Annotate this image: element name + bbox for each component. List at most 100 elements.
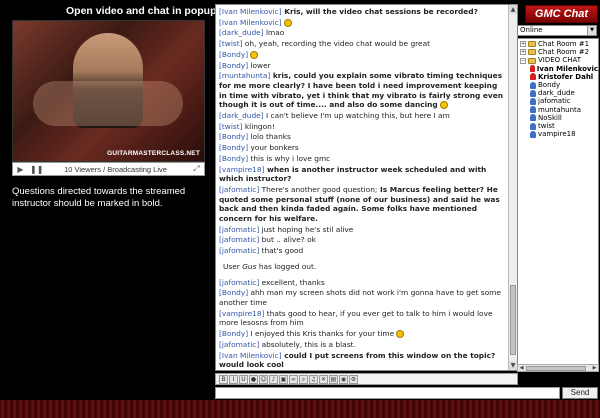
color-icon[interactable]: ● — [249, 374, 258, 384]
folder-icon — [528, 49, 536, 56]
message-username[interactable]: [jafomatic] — [219, 246, 259, 255]
scroll-left-icon[interactable]: ◀ — [518, 365, 525, 371]
user-icon — [530, 122, 536, 130]
user-icon — [530, 81, 536, 89]
status-select[interactable]: Online ▼ — [517, 25, 597, 36]
room-name: VIDEO CHAT — [538, 56, 582, 65]
message-username[interactable]: [Bondy] — [219, 50, 248, 59]
instructor-hands — [33, 81, 183, 126]
message-username[interactable]: [Bondy] — [219, 288, 248, 297]
user-item[interactable]: dark_dude — [520, 89, 598, 97]
message-input[interactable] — [215, 387, 560, 399]
user-name: twist — [538, 122, 555, 131]
send-button[interactable]: Send — [562, 387, 598, 399]
message-username[interactable]: [dark_dude] — [219, 111, 264, 120]
sound-icon[interactable]: ♫ — [309, 374, 318, 384]
chat-message: [Bondy] lolo thanks — [219, 132, 506, 142]
message-username[interactable]: [jafomatic] — [219, 340, 259, 349]
user-tree[interactable]: + Chat Room #1 + Chat Room #2 − VIDEO CHAT Iva… — [517, 38, 599, 371]
chat-message: [jafomatic] excellent, thanks — [219, 278, 506, 288]
music-icon[interactable]: ♪ — [269, 374, 278, 384]
tree-horizontal-scrollbar[interactable]: ◀ ▶ — [517, 364, 599, 372]
chat-message: [twist] klingon! — [219, 122, 506, 132]
user-item[interactable]: Bondy — [520, 81, 598, 89]
message-username[interactable]: [vampire18] — [219, 165, 264, 174]
user-item[interactable]: muntahunta — [520, 106, 598, 114]
smiley-icon[interactable]: ☺ — [259, 374, 268, 384]
clear-icon[interactable]: ✕ — [319, 374, 328, 384]
message-text: that's good — [259, 246, 304, 256]
message-text: lower — [248, 60, 271, 70]
chat-message: [Bondy] I enjoyed this Kris thanks for y… — [219, 329, 506, 339]
user-item[interactable]: Kristofer Dahl — [520, 73, 598, 81]
image-icon[interactable]: ▣ — [279, 374, 288, 384]
smiley-icon — [283, 18, 292, 27]
chat-scrollbar[interactable]: ▲ ▼ — [508, 5, 517, 370]
message-username[interactable]: [jafomatic] — [219, 225, 259, 234]
expand-icon[interactable]: + — [520, 49, 526, 56]
underline-icon[interactable]: U — [239, 374, 248, 384]
system-logout-message: User Gus has logged out. — [223, 262, 506, 272]
user-icon — [530, 98, 536, 106]
chat-message: [vampire18] when is another instructor w… — [219, 165, 506, 184]
message-username[interactable]: [vampire18] — [219, 309, 264, 318]
chat-message: [Bondy] your bonkers — [219, 143, 506, 153]
user-item[interactable]: jafomatic — [520, 97, 598, 105]
message-username[interactable]: [twist] — [219, 39, 243, 48]
user-item[interactable]: twist — [520, 122, 598, 130]
room-item[interactable]: + Chat Room #2 — [520, 48, 598, 56]
scroll-down-icon[interactable]: ▼ — [509, 361, 517, 370]
scroll-right-icon[interactable]: ▶ — [591, 365, 598, 371]
scroll-up-icon[interactable]: ▲ — [509, 5, 517, 14]
user-item[interactable]: NoSkill — [520, 114, 598, 122]
bold-icon[interactable]: B — [219, 374, 228, 384]
message-username[interactable]: [Bondy] — [219, 143, 248, 152]
room-item[interactable]: − VIDEO CHAT — [520, 56, 598, 64]
message-username[interactable]: [Bondy] — [219, 329, 248, 338]
video-stream[interactable]: GUITARMASTERCLASS.NET — [12, 20, 205, 162]
link-icon[interactable]: ∞ — [289, 374, 298, 384]
expand-icon[interactable]: + — [520, 41, 526, 48]
pause-icon[interactable]: ❚❚ — [30, 165, 43, 174]
chat-log[interactable]: [Ivan Milenkovic] Kris, will the video c… — [216, 5, 509, 370]
user-name: muntahunta — [538, 105, 582, 114]
message-username[interactable]: [Bondy] — [219, 154, 248, 163]
message-username[interactable]: [dark_dude] — [219, 28, 264, 37]
message-username[interactable]: [Ivan Milenkovic] — [219, 18, 282, 27]
chat-message: [Bondy] ahh man my screen shots did not … — [219, 288, 506, 307]
message-username[interactable]: [Ivan Milenkovic] — [219, 7, 282, 16]
tree-scroll-thumb[interactable] — [526, 366, 586, 371]
message-username[interactable]: [jafomatic] — [219, 278, 259, 287]
user-icon — [530, 89, 536, 97]
message-username[interactable]: [muntahunta] — [219, 71, 270, 80]
chat-panel[interactable]: [Ivan Milenkovic] Kris, will the video c… — [215, 4, 518, 371]
circle-icon[interactable]: ◉ — [339, 374, 348, 384]
message-username[interactable]: [Bondy] — [219, 61, 248, 70]
italic-icon[interactable]: I — [229, 374, 238, 384]
chevron-down-icon[interactable]: ▼ — [587, 26, 596, 35]
viewer-status: 10 Viewers / Broadcasting Live — [64, 164, 167, 174]
video-popup-link[interactable]: Open video and chat in popup — [66, 5, 217, 17]
user-item[interactable]: vampire18 — [520, 130, 598, 138]
chat-message: [jafomatic] that's good — [219, 246, 506, 256]
save-icon[interactable]: ▤ — [329, 374, 338, 384]
message-username[interactable]: [Bondy] — [219, 132, 248, 141]
user-name: Bondy — [538, 81, 561, 90]
room-item[interactable]: + Chat Room #1 — [520, 40, 598, 48]
settings-icon[interactable]: ⚙ — [349, 374, 358, 384]
chat-message: [Ivan Milenkovic] — [219, 18, 506, 28]
play-icon[interactable]: ▶ — [16, 165, 25, 174]
user-icon — [530, 106, 536, 114]
message-username[interactable]: [jafomatic] — [219, 185, 259, 194]
formatting-toolbar: B I U ● ☺ ♪ ▣ ∞ ⌕ ♫ ✕ ▤ ◉ ⚙ — [215, 373, 518, 385]
system-username: Gus — [242, 261, 257, 271]
chat-message: [jafomatic] absolutely, this is a blast. — [219, 340, 506, 350]
message-username[interactable]: [twist] — [219, 122, 243, 131]
fullscreen-icon[interactable]: ⤢ — [192, 164, 201, 174]
collapse-icon[interactable]: − — [520, 57, 526, 64]
search-icon[interactable]: ⌕ — [299, 374, 308, 384]
message-username[interactable]: [Ivan Milenkovic] — [219, 351, 282, 360]
scroll-thumb[interactable] — [510, 285, 516, 355]
user-item[interactable]: Ivan Milenkovic — [520, 65, 598, 73]
message-username[interactable]: [jafomatic] — [219, 235, 259, 244]
